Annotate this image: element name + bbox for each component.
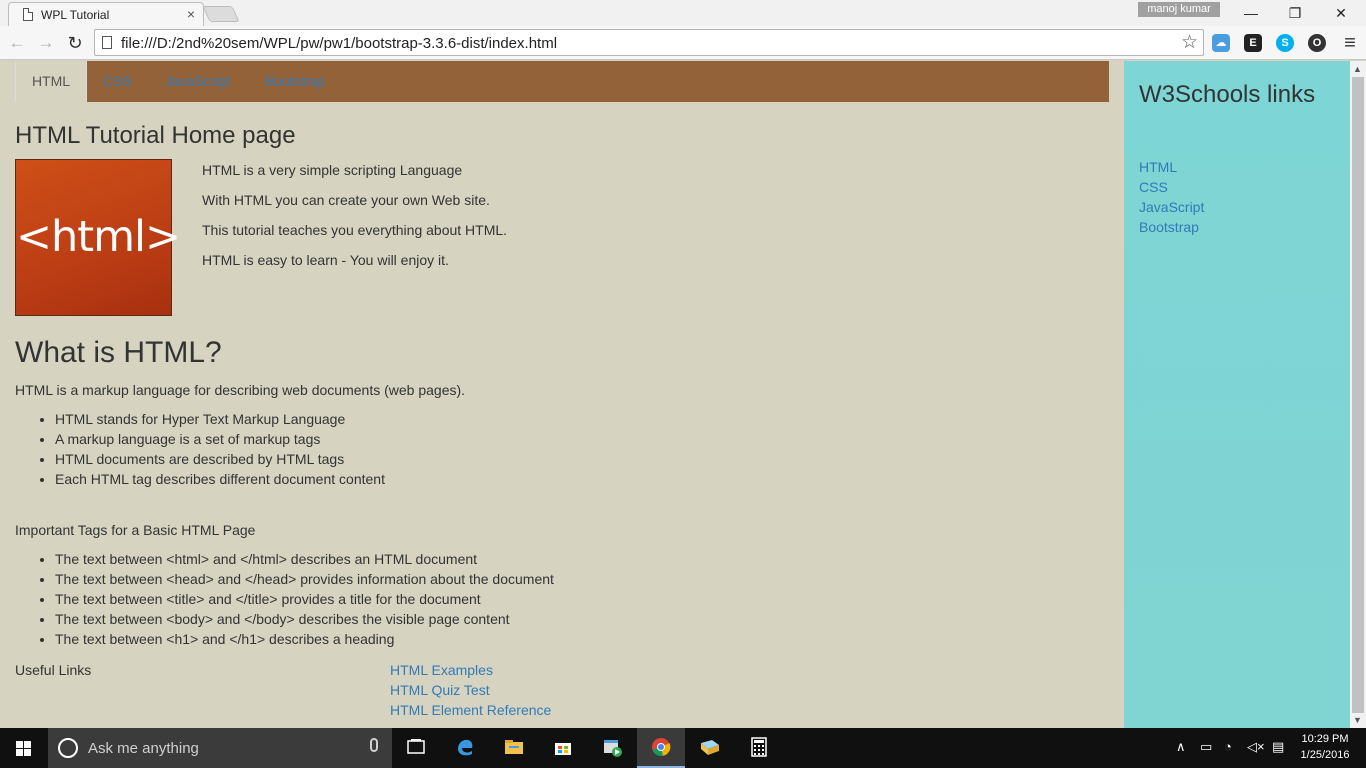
minimize-button[interactable]: —: [1228, 0, 1274, 26]
folder-icon[interactable]: [686, 728, 734, 768]
page-title: HTML Tutorial Home page: [15, 122, 296, 149]
tab-close-icon[interactable]: ×: [187, 6, 195, 22]
back-button[interactable]: ←: [6, 32, 28, 54]
forward-button[interactable]: →: [35, 32, 57, 54]
tab-title: WPL Tutorial: [41, 8, 110, 22]
scroll-up-icon[interactable]: ▲: [1353, 64, 1362, 74]
what-is-html-paragraph: HTML is a markup language for describing…: [15, 382, 466, 398]
chrome-menu-icon[interactable]: ≡: [1339, 32, 1361, 54]
list-item: Each HTML tag describes different docume…: [55, 469, 385, 489]
intro-line: HTML is a very simple scripting Language: [202, 162, 463, 178]
html-logo-text: <html>: [16, 212, 181, 262]
window-close-button[interactable]: ✕: [1318, 0, 1364, 26]
intro-line: HTML is easy to learn - You will enjoy i…: [202, 252, 449, 268]
link-html-examples[interactable]: HTML Examples: [390, 662, 493, 678]
chrome-icon[interactable]: [637, 728, 685, 768]
calculator-icon[interactable]: [735, 728, 783, 768]
browser-toolbar: ← → ↻ file:///D:/2nd%20sem/WPL/pw/pw1/bo…: [0, 26, 1366, 60]
sidebar-title: W3Schools links: [1139, 81, 1316, 108]
tab-bootstrap[interactable]: Bootstrap: [265, 61, 325, 102]
list-item: HTML documents are described by HTML tag…: [55, 449, 385, 469]
microphone-icon[interactable]: [370, 738, 378, 752]
link-html-element-reference[interactable]: HTML Element Reference: [390, 702, 551, 718]
new-tab-button[interactable]: [202, 6, 240, 22]
important-tags-heading: Important Tags for a Basic HTML Page: [15, 522, 256, 538]
intro-line: This tutorial teaches you everything abo…: [202, 222, 508, 238]
media-icon[interactable]: [588, 728, 636, 768]
search-placeholder: Ask me anything: [88, 740, 199, 757]
list-item: The text between <html> and </html> desc…: [55, 549, 554, 569]
useful-links-label: Useful Links: [15, 662, 92, 678]
clock-time: 10:29 PM: [1301, 733, 1349, 745]
edge-icon[interactable]: [441, 728, 489, 768]
html-logo: <html>: [15, 159, 181, 316]
list-item: The text between <body> and </body> desc…: [55, 609, 554, 629]
bookmark-star-icon[interactable]: ☆: [1181, 31, 1198, 54]
restore-button[interactable]: ❐: [1272, 0, 1318, 26]
browser-tab[interactable]: WPL Tutorial ×: [8, 2, 204, 26]
sidebar-link-bootstrap[interactable]: Bootstrap: [1139, 219, 1199, 235]
show-hidden-icons[interactable]: ∧: [1176, 739, 1186, 755]
clock-date: 1/25/2016: [1300, 749, 1350, 761]
skype-icon[interactable]: S: [1276, 34, 1294, 52]
notifications-icon[interactable]: ▤: [1272, 739, 1284, 755]
start-button[interactable]: [0, 728, 48, 768]
url-text[interactable]: file:///D:/2nd%20sem/WPL/pw/pw1/bootstra…: [121, 35, 557, 52]
page-icon: [23, 8, 33, 21]
store-icon[interactable]: [539, 728, 587, 768]
cloud-icon[interactable]: ☁: [1212, 34, 1230, 52]
nav-tabs: HTML CSS JavaScript Bootstrap: [15, 61, 1109, 102]
sidebar-link-javascript[interactable]: JavaScript: [1139, 199, 1204, 215]
wifi-icon[interactable]: ◔: [1224, 739, 1232, 754]
important-tags-list: The text between <html> and </html> desc…: [55, 549, 554, 649]
sidebar-link-css[interactable]: CSS: [1139, 179, 1168, 195]
scroll-down-icon[interactable]: ▼: [1353, 715, 1362, 725]
page-viewport: HTML CSS JavaScript Bootstrap HTML Tutor…: [0, 61, 1350, 728]
link-html-quiz[interactable]: HTML Quiz Test: [390, 682, 490, 698]
taskbar: Ask me anything ∧ ▭ ◔ ◁× ▤ 10:29 PM 1/25…: [0, 728, 1366, 768]
list-item: The text between <h1> and </h1> describe…: [55, 629, 554, 649]
page-icon: [102, 36, 112, 49]
tab-javascript[interactable]: JavaScript: [165, 61, 230, 102]
system-clock[interactable]: 10:29 PM 1/25/2016: [1297, 731, 1353, 763]
what-is-html-list: HTML stands for Hyper Text Markup Langua…: [55, 409, 385, 489]
list-item: The text between <head> and </head> prov…: [55, 569, 554, 589]
address-bar[interactable]: file:///D:/2nd%20sem/WPL/pw/pw1/bootstra…: [94, 29, 1204, 56]
sidebar: W3Schools links HTML CSS JavaScript Boot…: [1124, 61, 1350, 728]
profile-badge[interactable]: manoj kumar: [1138, 2, 1220, 17]
cortana-search-box[interactable]: Ask me anything: [48, 728, 392, 768]
browser-tab-strip: WPL Tutorial × manoj kumar — ❐ ✕: [0, 0, 1366, 26]
list-item: A markup language is a set of markup tag…: [55, 429, 385, 449]
evernote-icon[interactable]: E: [1244, 34, 1262, 52]
cortana-icon: [58, 738, 78, 758]
scrollbar-thumb[interactable]: [1352, 77, 1364, 713]
task-view-icon[interactable]: [392, 728, 440, 768]
reload-button[interactable]: ↻: [64, 32, 86, 54]
volume-mute-icon[interactable]: ◁×: [1247, 739, 1265, 755]
file-explorer-icon[interactable]: [490, 728, 538, 768]
tab-html[interactable]: HTML: [15, 61, 87, 102]
battery-icon[interactable]: ▭: [1200, 739, 1212, 755]
opera-icon[interactable]: O: [1308, 34, 1326, 52]
windows-logo-icon: [16, 741, 32, 756]
what-is-html-heading: What is HTML?: [15, 336, 222, 369]
sidebar-link-html[interactable]: HTML: [1139, 159, 1177, 175]
page-scrollbar[interactable]: ▲ ▼: [1350, 61, 1366, 728]
list-item: HTML stands for Hyper Text Markup Langua…: [55, 409, 385, 429]
intro-line: With HTML you can create your own Web si…: [202, 192, 490, 208]
tab-css[interactable]: CSS: [103, 61, 132, 102]
list-item: The text between <title> and </title> pr…: [55, 589, 554, 609]
